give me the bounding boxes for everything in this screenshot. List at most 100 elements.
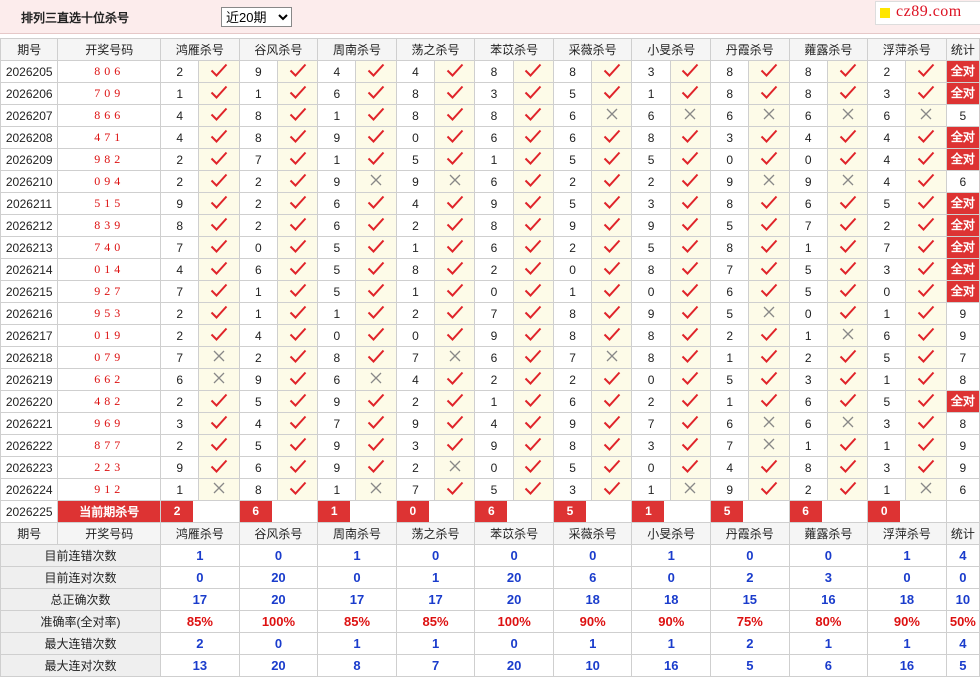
col-expert-1[interactable]: 谷风杀号 [238, 38, 319, 61]
check-icon [276, 192, 319, 215]
kill-number-cell: 8 [395, 104, 436, 127]
kill-number-cell: 5 [631, 148, 671, 171]
kill-number-cell: 3 [867, 412, 907, 435]
col-expert-3[interactable]: 荡之杀号 [395, 522, 476, 545]
cross-icon [591, 346, 633, 369]
check-icon [669, 82, 712, 105]
check-icon [355, 126, 397, 149]
kill-number-cell: 5 [710, 302, 750, 325]
row-stat-cell: 全对 [945, 236, 980, 259]
kill-number-cell: 9 [395, 170, 436, 193]
col-expert-2[interactable]: 周南杀号 [317, 522, 397, 545]
site-logo[interactable]: cz89.com [875, 1, 980, 25]
kill-number-cell: 2 [474, 258, 514, 281]
check-icon [905, 170, 947, 193]
kill-number-cell: 2 [867, 214, 907, 237]
table-row: 2026221 969 3 4 7 9 4 9 7 6 6 3 8 [0, 412, 980, 435]
current-kill-cell: 5 [710, 500, 790, 523]
cross-icon [198, 478, 240, 501]
kill-number-cell: 1 [710, 390, 750, 413]
kill-number-cell: 9 [317, 126, 357, 149]
check-icon [748, 368, 790, 391]
check-icon [434, 258, 476, 281]
col-expert-1[interactable]: 谷风杀号 [238, 522, 319, 545]
issue-cell: 2026214 [0, 258, 59, 281]
table-row: 2026210 094 2 2 9 9 6 2 2 9 9 4 6 [0, 170, 980, 193]
table-row: 2026213 740 7 0 5 1 6 2 5 8 1 7 全对 [0, 236, 980, 259]
kill-number-cell: 0 [788, 148, 828, 171]
check-icon [276, 456, 319, 479]
issue-cell: 2026216 [0, 302, 59, 325]
kill-number-cell: 9 [552, 412, 593, 435]
row-stat-cell: 8 [945, 368, 980, 391]
check-icon [276, 412, 319, 435]
col-expert-6[interactable]: 小旻杀号 [631, 38, 712, 61]
check-icon [748, 82, 790, 105]
col-expert-7[interactable]: 丹霞杀号 [710, 38, 790, 61]
check-icon [198, 60, 240, 83]
row-stat-cell: 9 [945, 324, 980, 347]
kill-number-cell: 0 [395, 126, 436, 149]
col-expert-5[interactable]: 采薇杀号 [552, 38, 633, 61]
stats-value: 80% [788, 610, 869, 633]
kill-number-cell: 1 [317, 478, 357, 501]
check-icon [905, 280, 947, 303]
kill-number-cell: 8 [710, 236, 750, 259]
kill-number-cell: 2 [395, 390, 436, 413]
stats-value: 0 [867, 566, 947, 589]
check-icon [276, 104, 319, 127]
col-expert-8[interactable]: 蕹露杀号 [788, 522, 869, 545]
col-expert-4[interactable]: 苯苡杀号 [474, 522, 554, 545]
win-number-cell: 014 [57, 258, 162, 281]
kill-number-cell: 4 [474, 412, 514, 435]
current-kill-badge: 1 [632, 501, 665, 522]
kill-number-cell: 1 [867, 478, 907, 501]
kill-number-cell: 3 [395, 434, 436, 457]
col-expert-9[interactable]: 浮萍杀号 [867, 38, 947, 61]
check-icon [748, 214, 790, 237]
stats-value: 7 [395, 654, 476, 677]
kill-number-cell: 6 [552, 104, 593, 127]
col-expert-4[interactable]: 苯苡杀号 [474, 38, 554, 61]
check-icon [512, 390, 554, 413]
kill-number-cell: 6 [710, 104, 750, 127]
stats-value: 1 [552, 632, 633, 655]
check-icon [355, 346, 397, 369]
col-expert-0[interactable]: 鸿雁杀号 [160, 38, 240, 61]
check-icon [512, 148, 554, 171]
kill-number-cell: 4 [395, 60, 436, 83]
kill-number-cell: 7 [160, 236, 200, 259]
win-number-cell: 094 [57, 170, 162, 193]
kill-number-cell: 6 [474, 236, 514, 259]
check-icon [748, 148, 790, 171]
check-icon [434, 280, 476, 303]
check-icon [826, 390, 869, 413]
stats-value: 18 [867, 588, 947, 611]
kill-number-cell: 8 [552, 302, 593, 325]
period-select[interactable]: 近20期 [221, 7, 292, 27]
check-icon [905, 368, 947, 391]
table-row: 2026205 806 2 9 4 4 8 8 3 8 8 2 全对 [0, 60, 980, 83]
col-expert-8[interactable]: 蕹露杀号 [788, 38, 869, 61]
kill-number-cell: 0 [474, 280, 514, 303]
kill-number-cell: 4 [160, 258, 200, 281]
col-expert-3[interactable]: 荡之杀号 [395, 38, 476, 61]
all-correct-badge: 全对 [947, 259, 979, 280]
check-icon [276, 346, 319, 369]
check-icon [434, 368, 476, 391]
kill-number-cell: 1 [238, 82, 278, 105]
col-expert-5[interactable]: 采薇杀号 [552, 522, 633, 545]
col-expert-9[interactable]: 浮萍杀号 [867, 522, 947, 545]
col-expert-2[interactable]: 周南杀号 [317, 38, 397, 61]
check-icon [198, 390, 240, 413]
check-icon [434, 148, 476, 171]
kill-number-cell: 3 [788, 368, 828, 391]
check-icon [669, 126, 712, 149]
table-row: 2026216 953 2 1 1 2 7 8 9 5 0 1 9 [0, 302, 980, 325]
col-expert-7[interactable]: 丹霞杀号 [710, 522, 790, 545]
check-icon [905, 456, 947, 479]
col-expert-0[interactable]: 鸿雁杀号 [160, 522, 240, 545]
check-icon [276, 60, 319, 83]
col-expert-6[interactable]: 小旻杀号 [631, 522, 712, 545]
check-icon [905, 192, 947, 215]
